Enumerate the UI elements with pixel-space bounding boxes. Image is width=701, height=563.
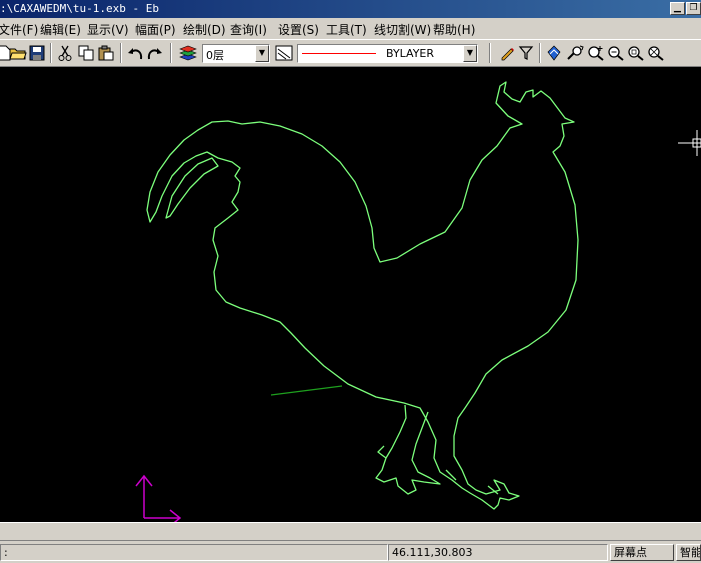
ucs-axis-icon [135, 474, 182, 527]
smart-snap-button[interactable]: 智能 [676, 544, 701, 561]
cut-icon[interactable] [55, 44, 75, 62]
pencil-icon[interactable] [497, 44, 517, 62]
linetype-icon[interactable] [274, 44, 294, 62]
menu-edit[interactable]: 编辑(E) [40, 21, 81, 38]
copy-icon[interactable] [76, 44, 96, 62]
menu-tools[interactable]: 工具(T) [326, 21, 367, 38]
redraw-icon[interactable] [544, 44, 564, 62]
paste-icon[interactable] [96, 44, 116, 62]
coordinate-readout: 46.111,30.803 [388, 544, 608, 561]
restore-button[interactable]: ❐ [686, 2, 701, 15]
layer-manager-icon[interactable] [178, 44, 198, 62]
chevron-down-icon[interactable]: ▼ [463, 45, 477, 62]
pan-zoom-icon[interactable] [565, 44, 585, 62]
minimize-button[interactable]: ▁ [670, 2, 685, 15]
layer-select-value: 0层 [206, 49, 224, 62]
window-title: :\CAXAWEDM\tu-1.exb - Eb [0, 2, 159, 15]
zoom-all-icon[interactable] [646, 44, 666, 62]
toolbar-separator [489, 43, 491, 63]
command-prompt: : [0, 544, 388, 561]
chevron-down-icon[interactable]: ▼ [255, 45, 269, 62]
menu-sheet[interactable]: 幅面(P) [135, 21, 176, 38]
rooster-outline [146, 81, 579, 510]
menu-help[interactable]: 帮助(H) [433, 21, 475, 38]
zoom-window-icon[interactable] [626, 44, 646, 62]
menu-view[interactable]: 显示(V) [87, 21, 129, 38]
menu-wirecut[interactable]: 线切割(W) [374, 21, 431, 38]
rooster-toes [377, 445, 499, 495]
drawing-viewport [135, 81, 701, 527]
stray-line [270, 385, 343, 396]
toolbar-separator [539, 43, 541, 63]
filter-icon[interactable] [516, 44, 536, 62]
standard-toolbar: 0层 ▼ BYLAYER ▼ [0, 39, 701, 67]
zoom-out-icon[interactable] [606, 44, 626, 62]
toolbar-separator [50, 43, 52, 63]
open-folder-icon[interactable] [8, 44, 28, 62]
tail-feather-inner [165, 157, 219, 219]
toolbar-separator [170, 43, 172, 63]
redo-icon[interactable] [145, 44, 165, 62]
linetype-select-value: BYLAYER [386, 47, 435, 60]
drawing-canvas[interactable] [0, 67, 701, 527]
menu-bar: 文件(F) 编辑(E) 显示(V) 幅面(P) 绘制(D) 查询(I) 设置(S… [0, 18, 701, 39]
linetype-select[interactable]: BYLAYER ▼ [297, 44, 478, 63]
save-icon[interactable] [27, 44, 47, 62]
linetype-sample-line [302, 53, 376, 54]
status-bar: : 46.111,30.803 屏幕点 智能 [0, 540, 701, 563]
undo-icon[interactable] [125, 44, 145, 62]
zoom-in-icon[interactable] [586, 44, 606, 62]
snap-mode-button[interactable]: 屏幕点 [610, 544, 674, 561]
layer-select[interactable]: 0层 ▼ [202, 44, 270, 63]
crosshair-cursor [678, 130, 701, 156]
rooster-rear-leg [375, 404, 441, 495]
menu-file[interactable]: 文件(F) [0, 21, 38, 38]
toolbar-separator [120, 43, 122, 63]
menu-query[interactable]: 查询(I) [230, 21, 267, 38]
menu-settings[interactable]: 设置(S) [278, 21, 319, 38]
horizontal-scrollbar[interactable] [0, 522, 701, 541]
title-bar: :\CAXAWEDM\tu-1.exb - Eb ▁ ❐ [0, 0, 701, 18]
menu-draw[interactable]: 绘制(D) [183, 21, 226, 38]
